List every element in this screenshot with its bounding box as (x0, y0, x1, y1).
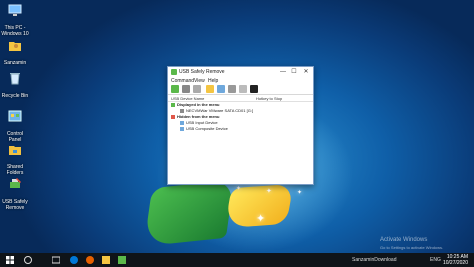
usb-safely-remove-taskbar-icon[interactable] (118, 256, 126, 264)
close-button[interactable]: ✕ (300, 68, 312, 76)
desktop: ✦ ✦ ✦ ✦ This PC - Windows 10 Sanzamin Re… (0, 0, 474, 253)
user-folder-icon (9, 42, 21, 51)
eject-icon[interactable] (193, 85, 201, 93)
item-label: USB Input Device (186, 120, 218, 125)
desktop-icon-this-pc[interactable]: This PC - Windows 10 (0, 2, 30, 37)
desktop-icon-shared-folders[interactable]: Shared Folders (0, 141, 30, 176)
wallpaper-green-flag (143, 179, 235, 247)
control-panel-icon (8, 110, 22, 122)
tree-item[interactable]: NECVMWar VMware SATA CD01 [G:] (180, 108, 253, 113)
item-label: USB Composite Device (186, 126, 228, 131)
taskbar: SanzaminDownload ENG 10:25 AM 10/27/2020 (0, 253, 474, 267)
file-explorer-icon[interactable] (102, 256, 110, 264)
group-label: Displayed in the menu (177, 102, 220, 107)
tree-item[interactable]: USB Input Device (180, 120, 218, 125)
column-device-name[interactable]: USB Device Name (171, 96, 204, 101)
watermark-line1: Activate Windows (380, 237, 428, 243)
usb-safely-remove-icon (10, 178, 21, 188)
command-line-icon[interactable] (250, 85, 258, 93)
sparkle-icon: ✦ (297, 190, 303, 196)
tree-item[interactable]: USB Composite Device (180, 126, 228, 131)
sparkle-icon: ✦ (236, 186, 242, 192)
desktop-icon-label: USB Safely Remove (2, 199, 28, 211)
column-header: USB Device Name Hotkey to Stop (168, 95, 313, 102)
watermark-line2: Go to Settings to activate Windows. (380, 245, 444, 250)
refresh-icon[interactable] (182, 85, 190, 93)
toolbar (168, 84, 313, 95)
task-view-icon[interactable] (52, 256, 60, 264)
desktop-icon-label: This PC - Windows 10 (1, 25, 29, 37)
stop-device-icon[interactable] (171, 85, 179, 93)
settings-icon[interactable] (228, 85, 236, 93)
tray-label[interactable]: SanzaminDownload (352, 257, 396, 263)
search-icon[interactable] (24, 256, 32, 264)
cd-drive-icon (180, 108, 184, 113)
column-hotkey[interactable]: Hotkey to Stop (256, 96, 282, 101)
firefox-icon[interactable] (86, 256, 94, 264)
sparkle-icon: ✦ (256, 213, 266, 225)
menu-bar: Command View Help (168, 77, 313, 84)
edge-icon[interactable] (70, 256, 78, 264)
clock[interactable]: 10:25 AM 10/27/2020 (443, 254, 468, 266)
desktop-icon-control-panel[interactable]: Control Panel (0, 108, 30, 143)
usb-safely-remove-window[interactable]: USB Safely Remove — ☐ ✕ Command View Hel… (167, 66, 314, 185)
shared-folders-icon (9, 146, 21, 155)
desktop-icon-recycle-bin[interactable]: Recycle Bin (0, 70, 30, 99)
desktop-icon-user-folder[interactable]: Sanzamin (0, 37, 30, 66)
usb-app-icon (171, 69, 177, 75)
folder-icon[interactable] (206, 85, 214, 93)
activate-windows-watermark: Activate Windows Go to Settings to activ… (380, 237, 443, 251)
group-hidden[interactable]: Hidden from the menu (171, 114, 219, 119)
check-icon (171, 102, 175, 107)
hotkey-icon[interactable] (239, 85, 247, 93)
sparkle-icon: ✦ (266, 188, 272, 195)
this-pc-icon (8, 4, 22, 16)
desktop-icon-label: Shared Folders (6, 164, 24, 176)
recycle-bin-icon (10, 73, 20, 85)
item-label: NECVMWar VMware SATA CD01 [G:] (186, 108, 254, 113)
properties-icon[interactable] (217, 85, 225, 93)
window-title: USB Safely Remove (179, 69, 225, 75)
windows-start-icon[interactable] (6, 256, 14, 264)
desktop-icon-label: Sanzamin (3, 60, 27, 66)
clock-date: 10/27/2020 (442, 260, 468, 266)
desktop-icon-label: Recycle Bin (1, 93, 29, 99)
usb-device-icon (180, 120, 184, 125)
group-displayed[interactable]: Displayed in the menu (171, 102, 219, 107)
language-indicator[interactable]: ENG (430, 257, 441, 263)
desktop-icon-usb-safely-remove[interactable]: USB Safely Remove (0, 176, 30, 211)
window-titlebar[interactable]: USB Safely Remove — ☐ ✕ (168, 67, 313, 77)
maximize-button[interactable]: ☐ (288, 68, 300, 76)
hidden-icon (171, 114, 175, 119)
usb-device-icon (180, 126, 184, 131)
group-label: Hidden from the menu (177, 114, 220, 119)
